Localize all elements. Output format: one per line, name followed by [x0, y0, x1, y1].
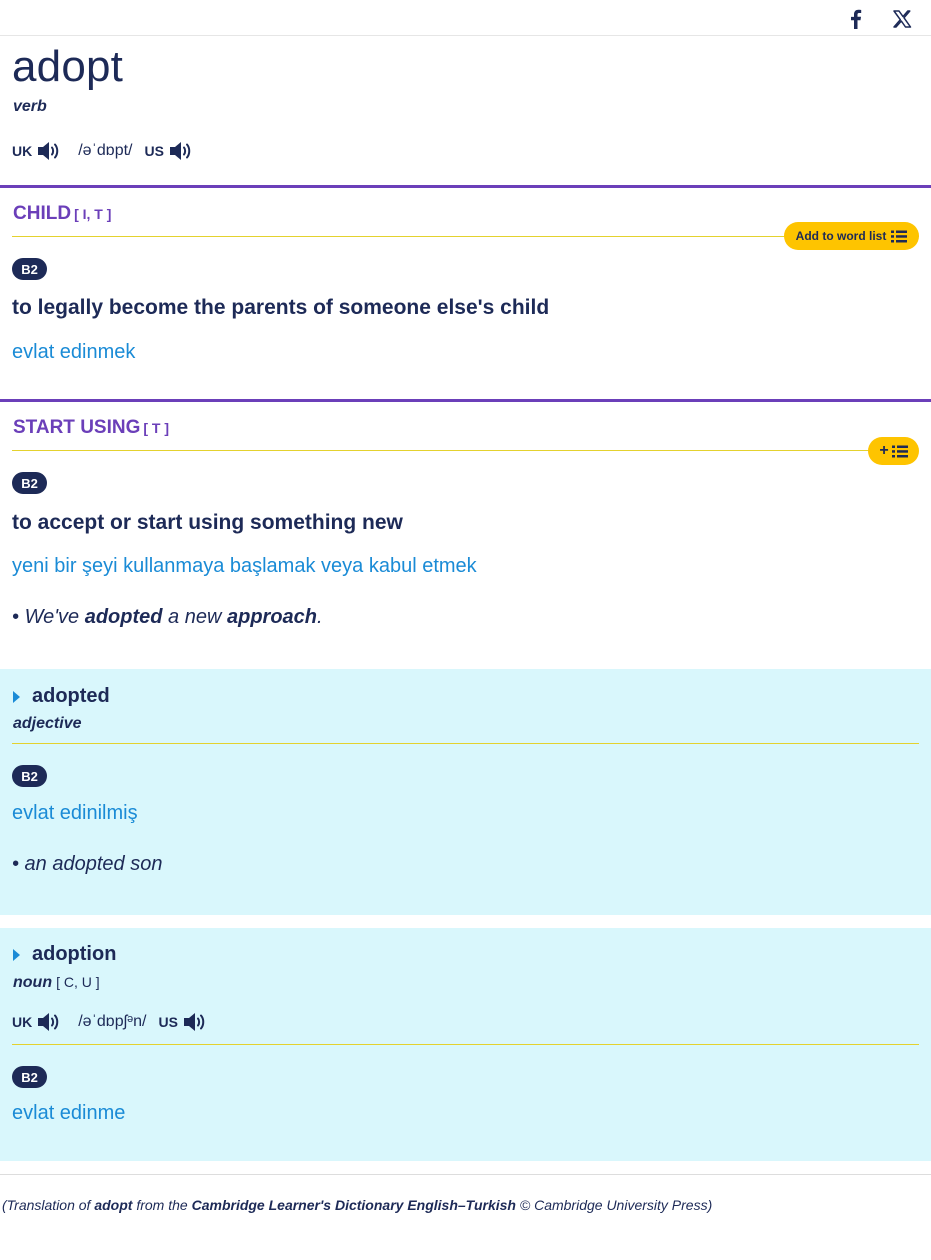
- grammar-code: [ I, T ]: [74, 206, 112, 222]
- sense-divider: [0, 399, 931, 402]
- example-sentence: • an adopted son: [12, 853, 163, 875]
- footer-divider: [0, 1174, 931, 1175]
- uk-ipa: /əˈdɒpʃᵊn/: [78, 1013, 147, 1030]
- runon-underline: [12, 1044, 919, 1045]
- sense-divider: [0, 185, 931, 188]
- credit-text: © Cambridge University Press): [515, 1197, 713, 1213]
- guideword-start-using: START USING[ T ]: [13, 417, 169, 439]
- headword: adopt: [12, 42, 124, 91]
- add-to-word-list-button[interactable]: Add to word list: [784, 222, 919, 250]
- guideword-underline: [12, 236, 919, 237]
- runon-pos: noun[ C, U ]: [13, 974, 100, 992]
- add-to-word-list-button[interactable]: +: [868, 437, 919, 465]
- runon-underline: [12, 743, 919, 744]
- grammar-code: [ C, U ]: [56, 974, 100, 990]
- caret-right-icon: [13, 948, 20, 961]
- runon-pos-text: noun: [13, 974, 53, 991]
- runon-panel-adopted: adopted adjective B2 evlat edinilmiş • a…: [0, 669, 931, 915]
- translation: evlat edinilmiş: [12, 802, 138, 824]
- credit-word: adopt: [94, 1197, 133, 1213]
- translation-credit: (Translation of adopt from the Cambridge…: [2, 1197, 712, 1213]
- us-audio-speaker-icon[interactable]: [168, 140, 194, 162]
- x-twitter-icon[interactable]: [892, 9, 912, 29]
- uk-audio-speaker-icon[interactable]: [36, 140, 62, 162]
- guideword-underline: [12, 450, 872, 451]
- pronunciation-row: UK /əˈdɒpt/ US: [12, 139, 194, 163]
- uk-label: UK: [12, 143, 33, 159]
- translation: evlat edinme: [12, 1102, 126, 1124]
- guideword-text: START USING: [13, 417, 141, 438]
- part-of-speech: verb: [13, 98, 47, 115]
- level-badge: B2: [12, 258, 47, 280]
- list-icon: [891, 445, 908, 457]
- runon-word: adoption: [32, 943, 117, 965]
- us-label: US: [158, 1014, 178, 1030]
- guideword-text: CHILD: [13, 203, 72, 224]
- level-badge: B2: [12, 472, 47, 494]
- translation: yeni bir şeyi kullanmaya başlamak veya k…: [12, 555, 477, 577]
- runon-panel-adoption: adoption noun[ C, U ] UK /əˈdɒpʃᵊn/ US B…: [0, 928, 931, 1161]
- example-highlight: approach: [226, 606, 318, 628]
- guideword-child: CHILD[ I, T ]: [13, 203, 111, 225]
- add-to-word-list-label: Add to word list: [795, 229, 887, 243]
- share-bar: [0, 0, 931, 36]
- definition: to legally become the parents of someone…: [12, 296, 550, 319]
- plus-icon: +: [879, 442, 889, 459]
- uk-audio-speaker-icon[interactable]: [36, 1011, 62, 1033]
- us-label: US: [144, 143, 164, 159]
- us-audio-speaker-icon[interactable]: [182, 1011, 208, 1033]
- uk-ipa: /əˈdɒpt/: [78, 142, 133, 159]
- runon-heading[interactable]: adoption: [12, 943, 116, 966]
- caret-right-icon: [13, 690, 20, 703]
- definition: to accept or start using something new: [12, 511, 403, 534]
- credit-text: from the: [132, 1197, 192, 1213]
- runon-pos: adjective: [13, 715, 82, 732]
- example-text: .: [317, 606, 323, 628]
- example-highlight: adopted: [84, 606, 163, 628]
- credit-text: (Translation of: [2, 1197, 95, 1213]
- uk-label: UK: [12, 1014, 33, 1030]
- example-text: a new: [162, 606, 227, 628]
- level-badge: B2: [12, 765, 47, 787]
- grammar-code: [ T ]: [143, 420, 170, 436]
- example-text: We've: [24, 606, 85, 628]
- facebook-icon[interactable]: [846, 8, 866, 30]
- list-icon: [891, 230, 908, 242]
- pronunciation-row: UK /əˈdɒpʃᵊn/ US: [12, 1010, 208, 1034]
- example-sentence: • We've adopted a new approach.: [12, 606, 323, 629]
- level-badge: B2: [12, 1066, 47, 1088]
- runon-heading[interactable]: adopted: [12, 685, 110, 708]
- runon-word: adopted: [32, 685, 110, 707]
- translation: evlat edinmek: [12, 341, 136, 363]
- bullet: •: [12, 606, 20, 628]
- credit-dictionary: Cambridge Learner's Dictionary English–T…: [191, 1197, 516, 1213]
